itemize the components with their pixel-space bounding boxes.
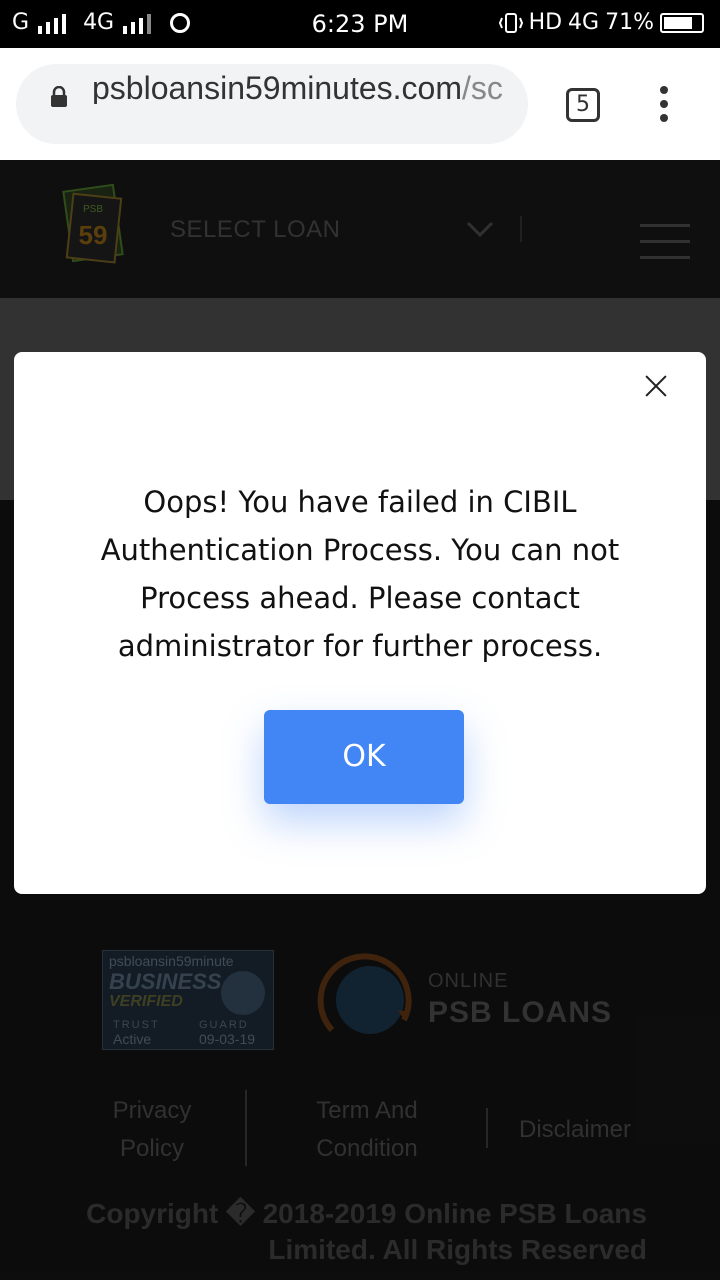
tab-switcher-button[interactable]: 5 (566, 88, 600, 122)
battery-icon (660, 12, 704, 33)
status-right: HD 4G 71% (498, 10, 704, 35)
status-bar: G 4G 6:23 PM HD 4G 71% (0, 0, 720, 48)
url-text[interactable]: psbloansin59minutes.com/sc (92, 72, 512, 104)
url-domain: psbloansin59minutes.com (92, 72, 462, 104)
network-label-2: 4G (568, 10, 600, 35)
ok-button[interactable]: OK (264, 710, 464, 804)
error-message: Oops! You have failed in CIBIL Authentic… (100, 485, 620, 663)
hd-label: HD (528, 10, 563, 35)
url-path: /sc (461, 72, 503, 104)
battery-percent: 71% (605, 10, 654, 35)
vibrate-icon (498, 12, 523, 33)
browser-toolbar: psbloansin59minutes.com/sc 5 (0, 48, 720, 160)
lock-icon (51, 86, 67, 107)
error-dialog: Oops! You have failed in CIBIL Authentic… (14, 352, 706, 894)
browser-menu-button[interactable] (658, 86, 670, 126)
close-icon[interactable] (644, 374, 668, 398)
